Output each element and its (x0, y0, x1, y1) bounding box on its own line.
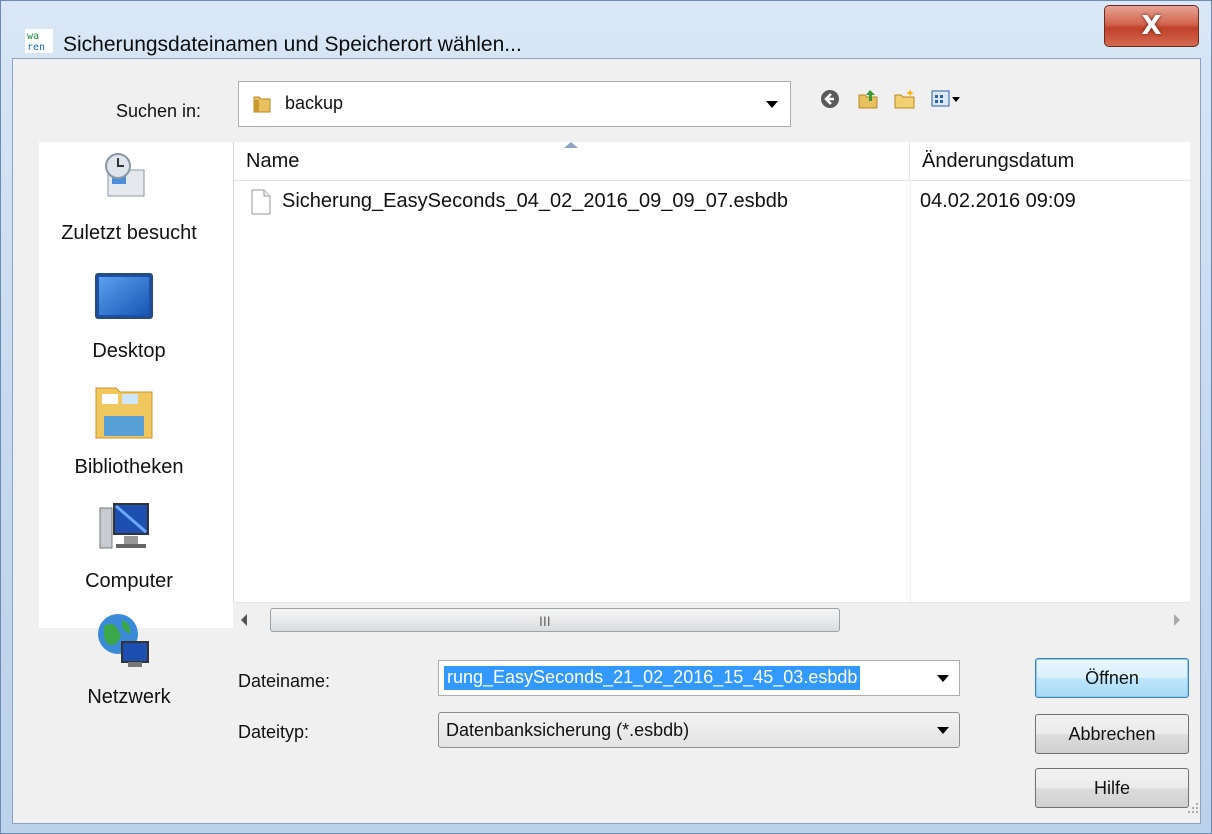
file-row[interactable]: Sicherung_EasySeconds_04_02_2016_09_09_0… (234, 186, 1191, 220)
column-header-date[interactable]: Änderungsdatum (910, 142, 1191, 180)
computer-icon (99, 503, 149, 549)
scrollbar-grip: III (539, 613, 551, 629)
file-icon (251, 189, 271, 215)
horizontal-scrollbar[interactable]: III (233, 602, 1190, 638)
filename-label: Dateiname: (238, 671, 331, 691)
column-divider (910, 180, 911, 602)
file-list[interactable]: Name Änderungsdatum Sicherung_EasySecond… (233, 142, 1191, 602)
lookin-label: Suchen in: (116, 101, 202, 121)
back-icon[interactable] (818, 87, 842, 111)
close-icon: X (1141, 11, 1162, 41)
lookin-value: backup (285, 93, 344, 113)
recent-places-icon (105, 153, 145, 197)
scroll-right-icon[interactable] (1174, 614, 1180, 626)
header-divider (234, 180, 1191, 181)
lookin-combobox[interactable]: backup (238, 81, 791, 127)
libraries-icon (95, 387, 153, 439)
file-name: Sicherung_EasySeconds_04_02_2016_09_09_0… (282, 190, 788, 212)
places-bar: Zuletzt besucht Desktop Bibliotheken Com… (39, 142, 234, 708)
filetype-value: Datenbanksicherung (*.esbdb) (446, 720, 690, 740)
up-folder-icon[interactable] (856, 87, 880, 111)
cancel-button[interactable]: Abbrechen (1035, 714, 1189, 754)
file-date: 04.02.2016 09:09 (920, 190, 1076, 212)
scroll-left-icon[interactable] (241, 614, 247, 626)
folder-icon (253, 96, 271, 113)
filename-combobox[interactable]: rung_EasySeconds_21_02_2016_15_45_03.esb… (438, 660, 960, 696)
window-title: Sicherungsdateinamen und Speicherort wäh… (63, 33, 522, 56)
close-button[interactable]: X (1104, 5, 1199, 47)
network-icon (98, 614, 149, 667)
desktop-icon (95, 273, 153, 319)
chevron-down-icon[interactable] (766, 101, 778, 108)
filename-input[interactable]: rung_EasySeconds_21_02_2016_15_45_03.esb… (444, 666, 861, 690)
chevron-down-icon[interactable] (937, 727, 949, 734)
open-button[interactable]: Öffnen (1035, 658, 1189, 698)
app-logo-icon: wa ren (25, 29, 53, 53)
dialog-window: wa ren Sicherungsdateinamen und Speicher… (0, 0, 1212, 834)
scrollbar-thumb[interactable]: III (270, 608, 840, 632)
svg-text:wa: wa (27, 31, 39, 42)
view-menu-icon[interactable] (931, 87, 961, 111)
filetype-label: Dateityp: (238, 722, 310, 742)
chevron-down-icon[interactable] (937, 675, 949, 682)
new-folder-icon[interactable] (893, 87, 917, 111)
help-button[interactable]: Hilfe (1035, 768, 1189, 808)
filetype-select[interactable]: Datenbanksicherung (*.esbdb) (438, 712, 960, 748)
svg-text:ren: ren (27, 42, 45, 53)
title-bar[interactable]: wa ren Sicherungsdateinamen und Speicher… (1, 1, 1211, 56)
column-header-name[interactable]: Name (234, 142, 910, 180)
resize-grip-icon[interactable] (1186, 801, 1200, 815)
